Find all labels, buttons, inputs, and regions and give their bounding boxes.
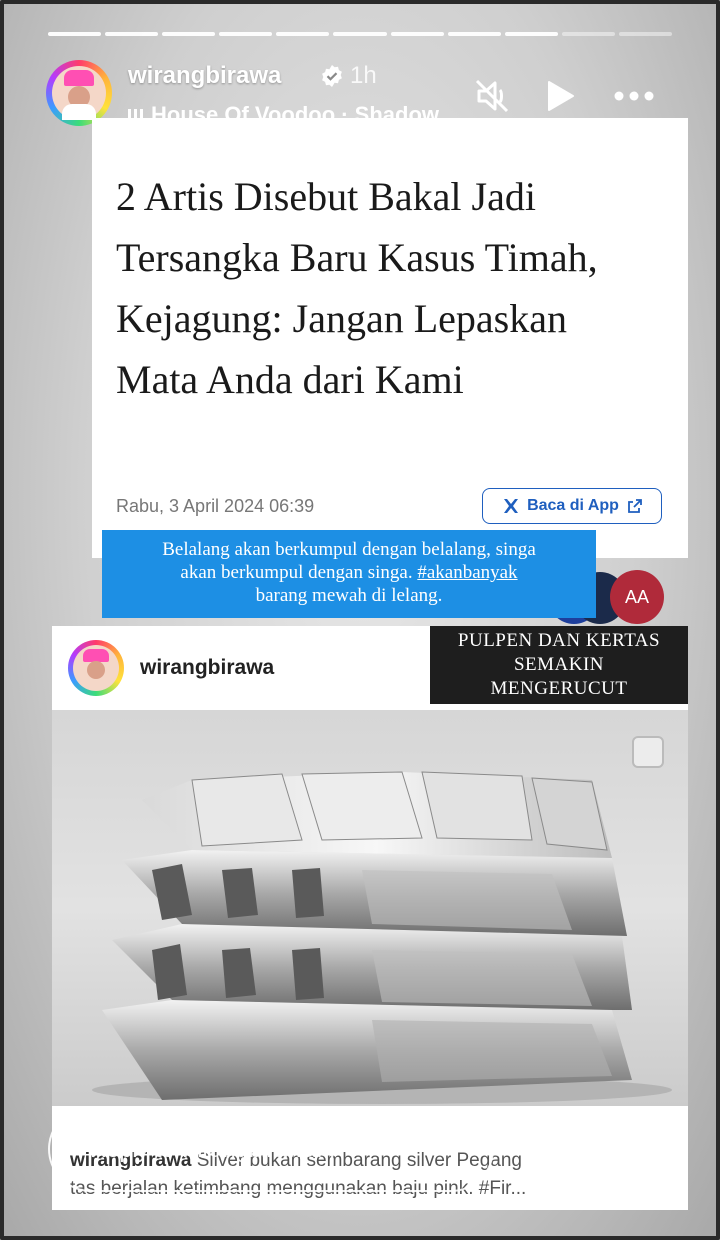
select-checkbox[interactable] xyxy=(632,736,664,768)
verified-icon xyxy=(322,65,342,87)
progress-segment xyxy=(105,32,159,36)
article-headline: 2 Artis Disebut Bakal Jadi Tersangka Bar… xyxy=(116,174,598,402)
story-caption: Belalang akan berkumpul dengan belalang,… xyxy=(102,530,596,618)
progress-segment-current xyxy=(561,32,615,36)
progress-segment xyxy=(333,32,387,36)
story-time: 1h xyxy=(350,62,377,89)
progress-segment xyxy=(162,32,216,36)
progress-segment xyxy=(219,32,273,36)
silver-bars-image xyxy=(92,771,672,1104)
progress-segment xyxy=(504,32,558,36)
caption-line: Belalang akan berkumpul dengan belalang,… xyxy=(162,539,536,560)
text-overlay-label: PULPEN DAN KERTAS SEMAKIN MENGERUCUT xyxy=(430,626,688,704)
play-button[interactable] xyxy=(538,74,582,118)
progress-segment xyxy=(276,32,330,36)
app-logo-icon xyxy=(504,499,519,513)
overlay-line: MENGERUCUT xyxy=(490,678,628,699)
heart-icon[interactable] xyxy=(526,1126,578,1174)
progress-segment xyxy=(618,32,673,36)
story-progress-bar xyxy=(48,32,673,36)
news-article-card: 2 Artis Disebut Bakal Jadi Tersangka Bar… xyxy=(92,118,688,558)
caption-line: akan berkumpul dengan singa. #akanbanyak xyxy=(102,561,596,584)
mute-button[interactable] xyxy=(470,74,514,118)
reply-placeholder: Reply to wirangbirawa... xyxy=(90,1136,336,1162)
avatar[interactable] xyxy=(46,60,112,126)
text-size-label: AA xyxy=(624,586,649,607)
play-icon xyxy=(548,81,574,111)
progress-segment xyxy=(447,32,501,36)
post-avatar[interactable] xyxy=(68,640,124,696)
caption-line: barang mewah di lelang. xyxy=(255,585,443,606)
story-username[interactable]: wirangbirawa xyxy=(128,62,281,90)
read-in-app-label: Baca di App xyxy=(527,497,619,514)
progress-segment xyxy=(390,32,444,36)
post-photo xyxy=(52,710,688,1106)
overlay-line: PULPEN DAN KERTAS xyxy=(457,630,661,651)
more-icon xyxy=(614,91,654,101)
reply-input[interactable]: Reply to wirangbirawa... xyxy=(48,1106,494,1192)
post-username[interactable]: wirangbirawa xyxy=(140,656,274,680)
mute-icon xyxy=(475,79,509,113)
send-icon[interactable] xyxy=(610,1126,660,1174)
open-external-icon xyxy=(628,499,642,513)
story-viewer: wirangbirawa 1h House Of Voodoo · Shadow xyxy=(0,0,720,1240)
read-in-app-button[interactable]: Baca di App xyxy=(482,488,662,524)
text-size-button[interactable]: AA xyxy=(610,570,664,624)
article-date: Rabu, 3 April 2024 06:39 xyxy=(116,496,315,516)
caption-text: akan berkumpul dengan singa. xyxy=(180,562,418,583)
progress-segment xyxy=(48,32,102,36)
overlay-line: SEMAKIN xyxy=(513,654,605,675)
more-button[interactable] xyxy=(612,74,656,118)
caption-hashtag-link[interactable]: #akanbanyak xyxy=(417,562,517,583)
